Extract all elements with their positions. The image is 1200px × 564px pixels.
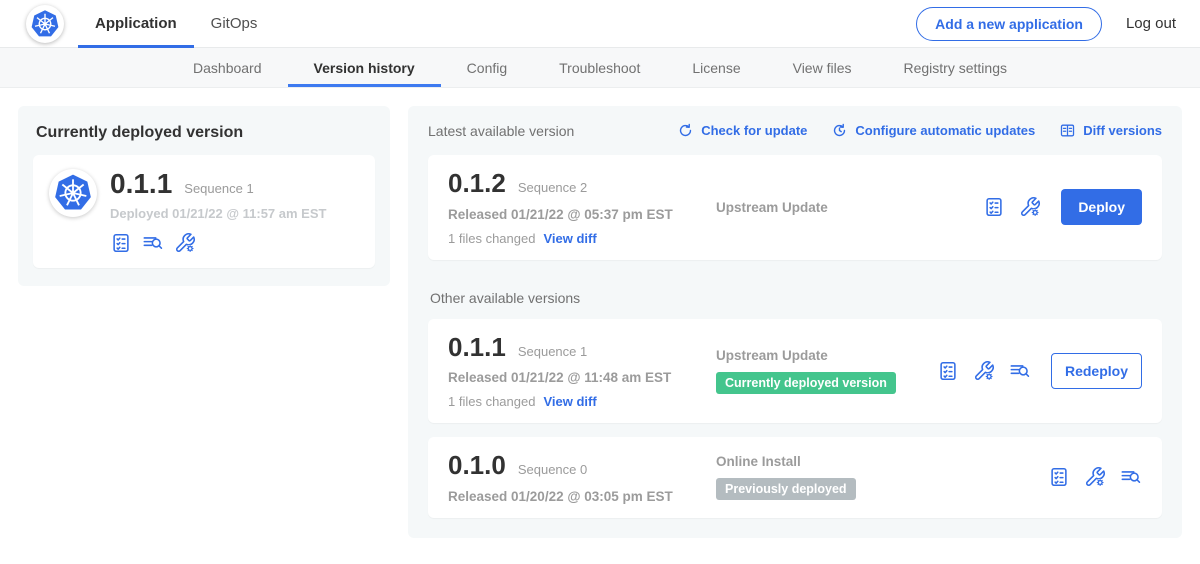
- release-notes-icon[interactable]: [110, 232, 132, 254]
- currently-deployed-badge: Currently deployed version: [716, 372, 896, 394]
- deploy-button[interactable]: Deploy: [1061, 189, 1142, 225]
- deployed-version-tile: 0.1.1 Sequence 1 Deployed 01/21/22 @ 11:…: [33, 155, 375, 268]
- version-row-0-1-1: 0.1.1 Sequence 1 Released 01/21/22 @ 11:…: [428, 319, 1162, 424]
- row-version-number: 0.1.2: [448, 169, 506, 198]
- refresh-icon: [677, 122, 694, 139]
- redeploy-button[interactable]: Redeploy: [1051, 353, 1142, 389]
- version-history-panel: Latest available version Check for updat…: [408, 106, 1182, 538]
- version-row-0-1-0: 0.1.0 Sequence 0 Released 01/20/22 @ 03:…: [428, 437, 1162, 518]
- release-notes-icon[interactable]: [937, 360, 959, 382]
- app-header: Application GitOps Add a new application…: [0, 0, 1200, 48]
- subnav-troubleshoot[interactable]: Troubleshoot: [533, 48, 666, 87]
- diff-icon: [1059, 122, 1076, 139]
- clock-refresh-icon: [831, 122, 848, 139]
- app-subnav: Dashboard Version history Config Trouble…: [0, 48, 1200, 88]
- row-sequence-label: Sequence 1: [518, 344, 587, 359]
- logout-button[interactable]: Log out: [1126, 15, 1176, 32]
- subnav-config[interactable]: Config: [441, 48, 533, 87]
- subnav-license[interactable]: License: [666, 48, 766, 87]
- check-for-update-link[interactable]: Check for update: [677, 122, 807, 139]
- view-diff-link[interactable]: View diff: [543, 231, 596, 246]
- edit-config-icon[interactable]: [174, 232, 196, 254]
- kubernetes-logo: [26, 5, 64, 43]
- release-notes-icon[interactable]: [1048, 466, 1070, 488]
- add-application-button[interactable]: Add a new application: [916, 7, 1102, 41]
- edit-config-icon[interactable]: [1084, 466, 1106, 488]
- deploy-logs-icon[interactable]: [1009, 360, 1031, 382]
- row-released-timestamp: Released 01/20/22 @ 03:05 pm EST: [448, 489, 698, 504]
- subnav-dashboard[interactable]: Dashboard: [167, 48, 288, 87]
- edit-config-icon[interactable]: [1019, 196, 1041, 218]
- currently-deployed-card: Currently deployed version: [18, 106, 390, 286]
- app-icon: [49, 169, 97, 217]
- deployed-timestamp: Deployed 01/21/22 @ 11:57 am EST: [110, 206, 326, 221]
- deployed-sequence-label: Sequence 1: [184, 181, 253, 196]
- row-version-number: 0.1.1: [448, 333, 506, 362]
- version-source-label: Upstream Update: [716, 348, 937, 363]
- deploy-logs-icon[interactable]: [1120, 466, 1142, 488]
- version-source-label: Upstream Update: [716, 200, 983, 215]
- version-source-label: Online Install: [716, 454, 1048, 469]
- view-diff-link[interactable]: View diff: [543, 394, 596, 409]
- other-versions-title: Other available versions: [430, 290, 1162, 306]
- row-released-timestamp: Released 01/21/22 @ 05:37 pm EST: [448, 207, 698, 222]
- subnav-version-history[interactable]: Version history: [288, 48, 441, 87]
- configure-automatic-updates-link[interactable]: Configure automatic updates: [831, 122, 1035, 139]
- deploy-logs-icon[interactable]: [142, 232, 164, 254]
- tab-application[interactable]: Application: [78, 0, 194, 48]
- row-version-number: 0.1.0: [448, 451, 506, 480]
- row-sequence-label: Sequence 2: [518, 180, 587, 195]
- row-released-timestamp: Released 01/21/22 @ 11:48 am EST: [448, 370, 698, 385]
- check-for-update-label: Check for update: [701, 123, 807, 138]
- edit-config-icon[interactable]: [973, 360, 995, 382]
- row-sequence-label: Sequence 0: [518, 462, 587, 477]
- release-notes-icon[interactable]: [983, 196, 1005, 218]
- deployed-card-title: Currently deployed version: [36, 124, 375, 142]
- previously-deployed-badge: Previously deployed: [716, 478, 856, 500]
- files-changed-label: 1 files changed: [448, 394, 535, 409]
- main-content: Currently deployed version: [0, 88, 1200, 556]
- deployed-version-number: 0.1.1: [110, 169, 172, 198]
- tab-gitops[interactable]: GitOps: [194, 0, 275, 48]
- subnav-registry-settings[interactable]: Registry settings: [878, 48, 1033, 87]
- files-changed-label: 1 files changed: [448, 231, 535, 246]
- version-row-0-1-2: 0.1.2 Sequence 2 Released 01/21/22 @ 05:…: [428, 155, 1162, 260]
- subnav-view-files[interactable]: View files: [767, 48, 878, 87]
- latest-version-title: Latest available version: [428, 123, 574, 139]
- diff-versions-link[interactable]: Diff versions: [1059, 122, 1162, 139]
- configure-automatic-updates-label: Configure automatic updates: [855, 123, 1035, 138]
- diff-versions-label: Diff versions: [1083, 123, 1162, 138]
